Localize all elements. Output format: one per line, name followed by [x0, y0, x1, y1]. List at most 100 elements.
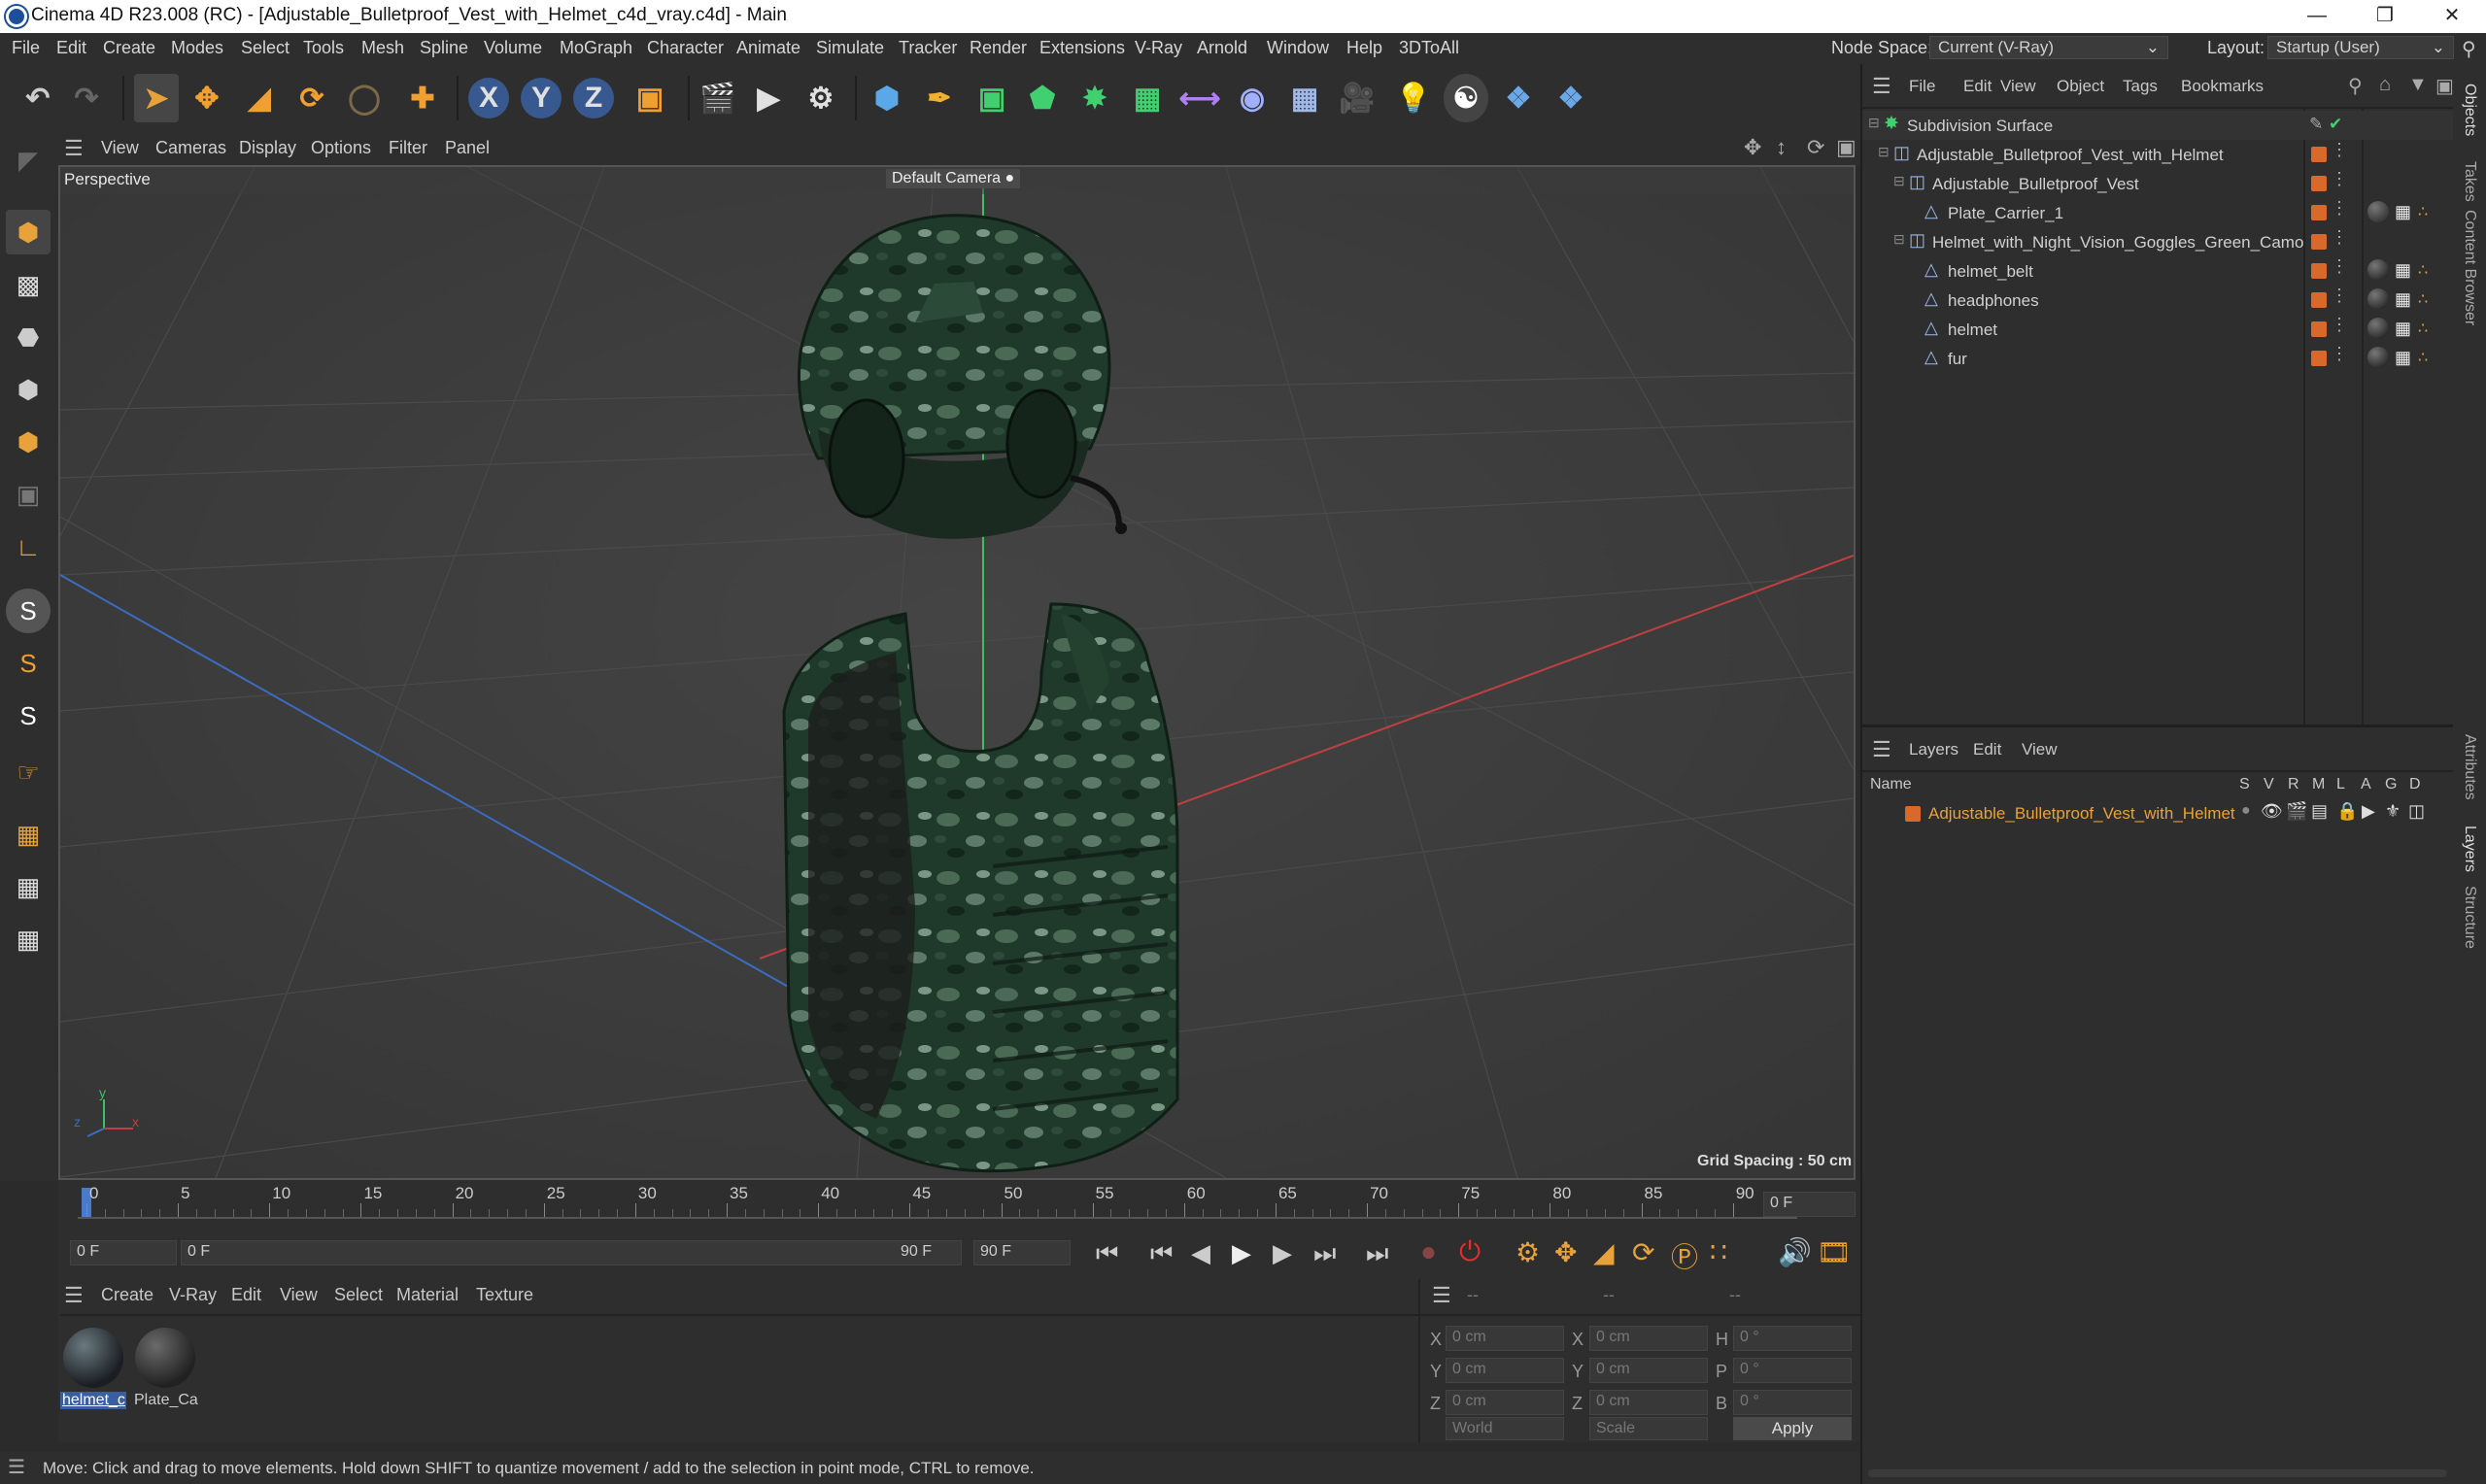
layer-color-tag[interactable]: [2311, 351, 2327, 366]
apply-button[interactable]: Apply: [1733, 1417, 1852, 1440]
obj-menu-file[interactable]: File: [1909, 77, 1935, 96]
vray-tag-icon[interactable]: ∴: [2418, 319, 2428, 338]
search-icon[interactable]: ⚲: [2462, 37, 2476, 61]
mat-menu-vray[interactable]: V-Ray: [169, 1285, 217, 1305]
collapse-icon[interactable]: ⊟: [1893, 231, 1905, 248]
extrude-generator-icon[interactable]: ⬟: [1020, 74, 1065, 122]
collapse-icon[interactable]: ⊟: [1868, 115, 1880, 131]
horizontal-scrollbar[interactable]: [1868, 1469, 2447, 1477]
uvw-tag-icon[interactable]: ▦: [2395, 260, 2411, 281]
menu-tracker[interactable]: Tracker: [899, 38, 957, 58]
tab-attributes[interactable]: Attributes: [2461, 734, 2478, 800]
layer-color-tag[interactable]: [2311, 292, 2327, 308]
material-tag-icon[interactable]: [2367, 318, 2389, 339]
hamburger-icon[interactable]: ☰: [1872, 74, 1891, 99]
object-row[interactable]: △ fur ⋮ ▦ ∴: [1862, 344, 2453, 373]
size-x-field[interactable]: 0 cm: [1589, 1326, 1708, 1351]
search-icon[interactable]: ⚲: [2348, 74, 2363, 98]
size-y-field[interactable]: 0 cm: [1589, 1358, 1708, 1383]
hamburger-icon[interactable]: ☰: [64, 1283, 84, 1308]
layer-color-tag[interactable]: [2311, 205, 2327, 220]
uv-mode-icon[interactable]: ▣: [6, 472, 51, 517]
visibility-dots-icon[interactable]: ⋮: [2331, 344, 2348, 364]
menu-edit[interactable]: Edit: [56, 38, 86, 58]
viewport-menu-cameras[interactable]: Cameras: [155, 138, 226, 158]
maximize-view-icon[interactable]: ▣: [1836, 135, 1856, 160]
next-key-icon[interactable]: ⏭: [1313, 1238, 1336, 1269]
frame-range-slider[interactable]: 0 F 90 F: [181, 1240, 962, 1265]
object-row[interactable]: △ Plate_Carrier_1 ⋮ ▦ ∴: [1862, 198, 2453, 227]
mat-menu-texture[interactable]: Texture: [476, 1285, 533, 1305]
obj-menu-object[interactable]: Object: [2057, 77, 2104, 96]
sound-icon[interactable]: 🔊: [1778, 1236, 1812, 1268]
y-axis-lock-icon[interactable]: Y: [521, 78, 562, 118]
menu-modes[interactable]: Modes: [171, 38, 223, 58]
keyframe-selection-icon[interactable]: ⚙: [1515, 1236, 1540, 1268]
uvw-tag-icon[interactable]: ▦: [2395, 319, 2411, 339]
solo-dot-icon[interactable]: ●: [2241, 802, 2251, 820]
python-script-icon[interactable]: ❖: [1496, 74, 1541, 122]
hamburger-icon[interactable]: ☰: [1872, 737, 1891, 762]
snap-icon[interactable]: S: [6, 589, 51, 633]
z-axis-lock-icon[interactable]: Z: [573, 78, 614, 118]
tweak-icon[interactable]: ☞: [6, 750, 51, 794]
menu-spline[interactable]: Spline: [420, 38, 468, 58]
polygons-mode-icon[interactable]: ⬢: [6, 420, 51, 464]
layer-menu-view[interactable]: View: [2022, 740, 2058, 759]
menu-tools[interactable]: Tools: [303, 38, 344, 58]
uvw-tag-icon[interactable]: ▦: [2395, 348, 2411, 368]
visibility-dots-icon[interactable]: ⋮: [2331, 140, 2348, 160]
obj-menu-edit[interactable]: Edit: [1963, 77, 1992, 96]
material-tag-icon[interactable]: [2367, 201, 2389, 222]
object-row[interactable]: ⊟ ◫ Adjustable_Bulletproof_Vest_with_Hel…: [1862, 140, 2453, 169]
size-z-field[interactable]: 0 cm: [1589, 1390, 1708, 1415]
obj-menu-view[interactable]: View: [2000, 77, 2036, 96]
workplane-icon[interactable]: ▦: [6, 812, 51, 857]
camera-label[interactable]: Default Camera ●: [886, 169, 1021, 188]
subdivision-generator-icon[interactable]: ▣: [970, 74, 1014, 122]
home-icon[interactable]: ⌂: [2379, 74, 2391, 96]
hamburger-icon[interactable]: ☰: [8, 1455, 25, 1479]
mat-menu-edit[interactable]: Edit: [231, 1285, 261, 1305]
visibility-dots-icon[interactable]: ⋮: [2331, 227, 2348, 248]
select-arrow-icon[interactable]: ➤: [134, 74, 179, 122]
lock-icon[interactable]: 🔒: [2336, 801, 2358, 822]
make-editable-icon[interactable]: ◤: [6, 138, 51, 183]
flag-view[interactable]: V: [2264, 776, 2274, 793]
camera-object-icon[interactable]: 🎥: [1335, 74, 1379, 122]
layout-select[interactable]: Startup (User) ⌄: [2267, 36, 2454, 59]
maximize-button[interactable]: ❐: [2351, 0, 2419, 33]
key-position-icon[interactable]: ✥: [1554, 1236, 1577, 1268]
visibility-dots-icon[interactable]: ⋮: [2331, 256, 2348, 277]
obj-menu-bookmarks[interactable]: Bookmarks: [2181, 77, 2264, 96]
menu-select[interactable]: Select: [241, 38, 289, 58]
field-icon[interactable]: ◉: [1230, 74, 1275, 122]
manager-icon[interactable]: ▤: [2311, 801, 2328, 822]
pos-y-field[interactable]: 0 cm: [1446, 1358, 1564, 1383]
previous-frame-icon[interactable]: ◀: [1191, 1238, 1210, 1268]
menu-render[interactable]: Render: [970, 38, 1027, 58]
minimize-button[interactable]: —: [2283, 0, 2351, 33]
render-settings-icon[interactable]: ⚙: [799, 74, 843, 122]
pos-x-field[interactable]: 0 cm: [1446, 1326, 1564, 1351]
material-tag-icon[interactable]: [2367, 288, 2389, 310]
flag-manager[interactable]: M: [2312, 776, 2325, 793]
collapse-icon[interactable]: ⊟: [1878, 144, 1890, 160]
visibility-dots-icon[interactable]: ⋮: [2331, 169, 2348, 189]
mat-menu-material[interactable]: Material: [396, 1285, 459, 1305]
key-rotation-icon[interactable]: ⟳: [1632, 1236, 1654, 1268]
pen-spline-icon[interactable]: ✒: [917, 74, 962, 122]
key-pla-icon[interactable]: ∷: [1710, 1236, 1727, 1268]
deformer-icon[interactable]: ◫: [2408, 801, 2425, 822]
start-frame-field[interactable]: 0 F: [70, 1240, 177, 1265]
filter-icon[interactable]: ▼: [2408, 74, 2428, 96]
timeline-ruler[interactable]: 0 5 10 15 20 25 30 35 40 45 50 55 60 65 70 75 80 85 90 0 F: [58, 1180, 1860, 1229]
move-tool-icon[interactable]: ✥: [185, 74, 229, 122]
menu-mesh[interactable]: Mesh: [361, 38, 404, 58]
viewport-menu-display[interactable]: Display: [239, 138, 296, 158]
vray-tag-icon[interactable]: ∴: [2418, 348, 2428, 367]
go-to-end-icon[interactable]: ⏭: [1366, 1238, 1388, 1269]
menu-character[interactable]: Character: [647, 38, 724, 58]
vray-icon[interactable]: ☯: [1444, 74, 1488, 122]
locked-workplane-icon[interactable]: ▦: [6, 864, 51, 909]
